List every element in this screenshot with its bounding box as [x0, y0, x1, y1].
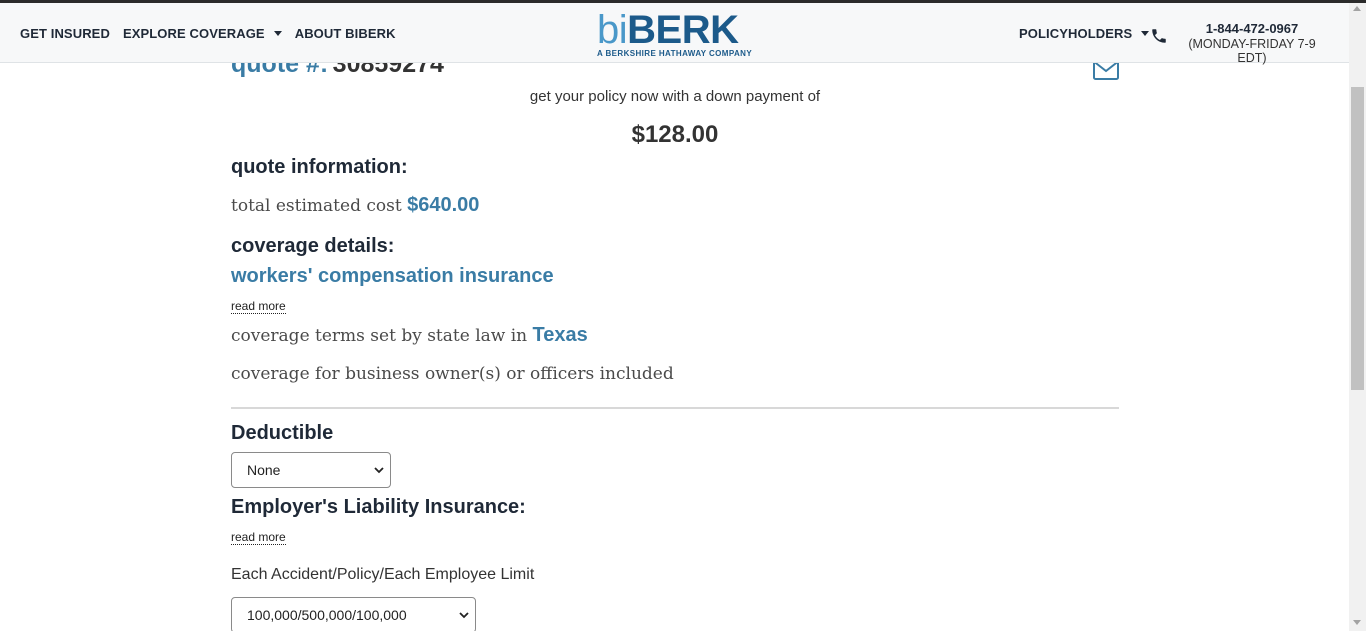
chevron-down-icon: [459, 612, 469, 619]
caret-down-icon: [273, 30, 282, 36]
nav-about-biberk-label: ABOUT BIBERK: [294, 25, 396, 41]
top-navbar: GET INSURED EXPLORE COVERAGE ABOUT BIBER…: [0, 3, 1349, 65]
logo-tagline: A BERKSHIRE HATHAWAY COMPANY: [597, 49, 753, 58]
deductible-heading: Deductible: [231, 422, 334, 444]
scroll-down-arrow-icon[interactable]: [1353, 620, 1361, 625]
down-payment-amount: $128.00: [631, 121, 719, 148]
main-nav: GET INSURED EXPLORE COVERAGE ABOUT BIBER…: [20, 3, 396, 63]
phone-number: 1-844-472-0967: [1205, 21, 1299, 36]
deductible-selected-value: None: [247, 462, 281, 478]
phone-hours: (MONDAY-FRIDAY 7-9 EDT): [1188, 37, 1316, 65]
biberk-logo[interactable]: biBERK A BERKSHIRE HATHAWAY COMPANY: [597, 8, 757, 59]
liability-limit-select[interactable]: 100,000/500,000/100,000: [231, 597, 476, 631]
nav-explore-coverage[interactable]: EXPLORE COVERAGE: [123, 26, 282, 41]
state-law-text: coverage terms set by state law in: [231, 326, 528, 346]
nav-get-insured-label: GET INSURED: [20, 25, 110, 41]
limit-label: Each Accident/Policy/Each Employee Limit: [231, 566, 535, 583]
phone-icon: [1152, 29, 1166, 43]
total-cost-label: total estimated cost: [231, 196, 402, 216]
down-payment-text: get your policy now with a down payment …: [529, 88, 821, 105]
scroll-up-arrow-icon[interactable]: [1353, 6, 1361, 11]
nav-explore-coverage-label: EXPLORE COVERAGE: [122, 25, 265, 41]
total-cost-value: $640.00: [407, 194, 480, 216]
coverage-details-heading: coverage details:: [231, 235, 395, 257]
phone-contact[interactable]: 1-844-472-0967 (MONDAY-FRIDAY 7-9 EDT): [1174, 21, 1330, 65]
caret-down-icon: [1141, 30, 1150, 36]
quote-info-heading: quote information:: [231, 156, 408, 178]
coverage-read-more-link[interactable]: read more: [231, 299, 286, 314]
logo-bi: bi: [597, 8, 628, 52]
liability-read-more-link[interactable]: read more: [231, 530, 286, 545]
logo-wordmark: biBERK: [597, 8, 757, 52]
nav-policyholders-label: POLICYHOLDERS: [1019, 25, 1133, 41]
coverage-type-link[interactable]: workers' compensation insurance: [231, 265, 554, 288]
state-law-line: coverage terms set by state law in Texas: [231, 324, 588, 347]
logo-berk: BERK: [627, 8, 739, 52]
nav-about-biberk[interactable]: ABOUT BIBERK: [295, 26, 396, 41]
liability-limit-selected-value: 100,000/500,000/100,000: [247, 607, 407, 623]
owners-included-text: coverage for business owner(s) or office…: [231, 364, 674, 384]
nav-get-insured[interactable]: GET INSURED: [20, 26, 110, 41]
page-scrollbar[interactable]: [1349, 3, 1366, 631]
employers-liability-heading: Employer's Liability Insurance:: [231, 496, 526, 518]
nav-policyholders[interactable]: POLICYHOLDERS: [1019, 3, 1150, 63]
section-divider: [231, 407, 1119, 409]
state-name: Texas: [532, 324, 588, 346]
total-cost-line: total estimated cost $640.00: [231, 194, 479, 217]
email-icon[interactable]: [1093, 60, 1119, 80]
deductible-select[interactable]: None: [231, 452, 391, 488]
chevron-down-icon: [374, 467, 384, 474]
scroll-thumb[interactable]: [1351, 87, 1364, 390]
